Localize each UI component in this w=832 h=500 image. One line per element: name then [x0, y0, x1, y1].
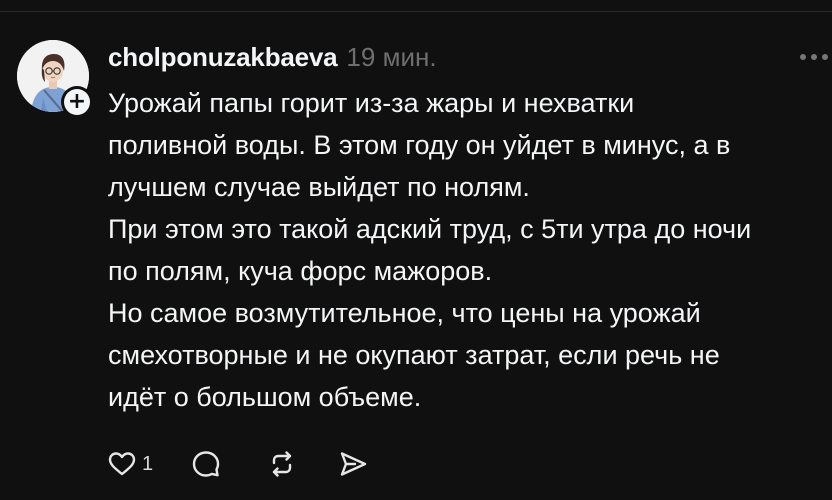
post-line: по полям, куча форс мажоров. — [108, 256, 493, 286]
follow-button[interactable]: + — [61, 86, 93, 118]
post-line: Но самое возмутительное, что цены на уро… — [108, 298, 701, 328]
avatar-container[interactable]: + — [17, 40, 93, 118]
share-button[interactable] — [337, 446, 369, 482]
post-actions: 1 — [106, 446, 369, 482]
send-icon — [340, 452, 367, 476]
post-body: Урожай папы горит из-за жары и нехватки … — [108, 82, 832, 418]
post-line: лучшем случае выйдет по нолям. — [108, 172, 530, 202]
post-line: Урожай папы горит из-за жары и нехватки — [108, 88, 635, 118]
post-line: смехотворные и не окупают затрат, если р… — [108, 340, 720, 370]
comment-icon — [192, 451, 220, 477]
plus-icon: + — [64, 89, 90, 115]
repost-icon — [272, 451, 292, 477]
post-line: идёт о большом объеме. — [108, 382, 422, 412]
post-header: cholponuzakbaeva 19 мин. — [108, 42, 437, 74]
reply-button[interactable] — [190, 446, 222, 482]
repost-button[interactable] — [266, 446, 298, 482]
more-dots-icon[interactable] — [800, 47, 832, 67]
timestamp: 19 мин. — [346, 42, 437, 72]
post-line: поливной воды. В этом году он уйдет в ми… — [108, 130, 731, 160]
post-line: При этом это такой адский труд, с 5ти ут… — [108, 214, 752, 244]
like-button[interactable]: 1 — [106, 446, 153, 482]
username[interactable]: cholponuzakbaeva — [108, 42, 338, 73]
like-count: 1 — [142, 452, 154, 475]
top-divider — [0, 11, 832, 12]
heart-icon — [108, 452, 136, 476]
